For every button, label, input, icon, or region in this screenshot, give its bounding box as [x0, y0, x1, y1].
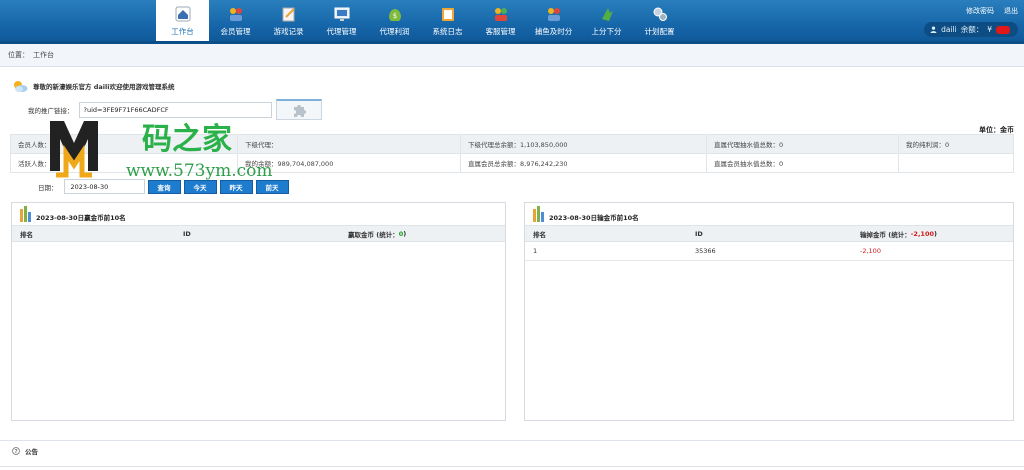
divider	[0, 466, 1024, 467]
support-icon	[494, 8, 507, 21]
nav-label: 游戏记录	[273, 27, 304, 36]
col-amount: 赢取金币 (统计： 0 )	[348, 226, 406, 241]
game-record-icon	[282, 7, 295, 22]
welcome-text: 尊敬的新濠娱乐官方 daili欢迎使用游戏管理系统	[33, 83, 175, 91]
col-rank: 排名	[20, 230, 33, 239]
user-icon	[930, 26, 937, 33]
nav-item-8[interactable]: 上分下分	[580, 0, 633, 44]
notice-title: 公告	[25, 448, 38, 456]
watermark-url: www.573ym.com	[126, 161, 273, 181]
watermark-title: 码之家	[142, 122, 232, 157]
table-header: 排名 ID 输掉金币 (统计： -2,100 )	[525, 225, 1013, 242]
weather-icon	[14, 81, 28, 92]
nav-label: 代理管理	[326, 27, 357, 36]
welcome-banner: 尊敬的新濠娱乐官方 daili欢迎使用游戏管理系统	[12, 79, 175, 93]
breadcrumb-current[interactable]: 工作台	[33, 50, 54, 60]
date-label: 日期：	[38, 183, 58, 192]
currency-symbol: ¥	[987, 25, 992, 34]
panel-title: 2023-08-30日输金币前10名	[533, 203, 639, 222]
main-nav: 工作台 会员管理 游戏记录 代理管理 $ 代理利润 系统日志 客服管理 捕鱼及时分 上分下分 计划配…	[156, 0, 686, 44]
col-id: ID	[183, 229, 191, 238]
table-row[interactable]: 1 35366 -2,100	[525, 242, 1013, 261]
transfer-icon	[601, 8, 613, 21]
nav-label: 捕鱼及时分	[534, 27, 573, 36]
panel-title: 2023-08-30日赢金币前10名	[20, 203, 126, 222]
col-id: ID	[695, 229, 703, 238]
col-amount: 输掉金币 (统计： -2,100 )	[860, 226, 937, 241]
col-amount-close: )	[403, 229, 407, 238]
nav-item-0[interactable]: 工作台	[156, 0, 209, 44]
direct-member-total-balance: 直属会员总余额：8,976,242,230	[460, 153, 707, 173]
home-icon	[175, 6, 190, 22]
monitor-icon	[334, 7, 349, 21]
nav-item-9[interactable]: 计划配置	[633, 0, 686, 44]
balance-label: 余额：	[960, 25, 984, 34]
nav-label: 系统日志	[432, 27, 463, 36]
nav-label: 计划配置	[644, 27, 675, 36]
losers-title: 2023-08-30日输金币前10名	[549, 214, 639, 222]
nav-label: 工作台	[171, 27, 194, 36]
nav-label: 客服管理	[485, 27, 516, 36]
top-winners-panel: 2023-08-30日赢金币前10名 排名 ID 赢取金币 (统计： 0 )	[11, 202, 506, 421]
divider	[0, 440, 1024, 441]
bar-chart-icon	[533, 206, 544, 222]
top-navigation-bar: 工作台 会员管理 游戏记录 代理管理 $ 代理利润 系统日志 客服管理 捕鱼及时分 上分下分 计划配…	[0, 0, 1024, 44]
notice-section: ? 公告	[12, 446, 38, 456]
nav-item-3[interactable]: 代理管理	[315, 0, 368, 44]
table-header: 排名 ID 赢取金币 (统计： 0 )	[12, 225, 505, 242]
winners-title: 2023-08-30日赢金币前10名	[36, 214, 126, 222]
breadcrumb: 位置： 工作台	[0, 44, 1024, 67]
svg-text:$: $	[392, 12, 396, 20]
my-net-profit: 我的纯利润：0	[898, 134, 1014, 154]
username: daili	[941, 25, 957, 34]
direct-member-rake-total: 直属会员抽水值总数：0	[706, 153, 899, 173]
empty-cell	[898, 153, 1014, 173]
sub-agent-total-balance: 下级代理总余额：1,103,850,000	[460, 134, 707, 154]
bar-chart-icon	[20, 206, 31, 222]
logout-link[interactable]: 退出	[1004, 6, 1018, 16]
svg-text:?: ?	[14, 449, 17, 455]
top-links: 修改密码 退出	[966, 6, 1018, 16]
nav-item-2[interactable]: 游戏记录	[262, 0, 315, 44]
row-id: 35366	[695, 247, 716, 255]
gears-icon	[653, 7, 667, 21]
nav-item-5[interactable]: 系统日志	[421, 0, 474, 44]
col-amount-label: 赢取金币 (统计：	[348, 230, 399, 239]
change-password-link[interactable]: 修改密码	[966, 6, 994, 16]
help-icon: ?	[12, 447, 20, 455]
nav-label: 会员管理	[220, 27, 251, 36]
user-balance-pill[interactable]: daili 余额： ¥	[924, 22, 1018, 37]
members-icon	[229, 8, 242, 21]
row-rank: 1	[533, 247, 538, 255]
fish-icon	[547, 8, 560, 21]
col-rank: 排名	[533, 230, 546, 239]
nav-item-4[interactable]: $ 代理利润	[368, 0, 421, 44]
top-losers-panel: 2023-08-30日输金币前10名 排名 ID 输掉金币 (统计： -2,10…	[524, 202, 1014, 421]
col-amount-close: )	[934, 229, 937, 238]
breadcrumb-label: 位置：	[8, 51, 29, 59]
lose-total: -2,100	[910, 229, 934, 238]
nav-item-6[interactable]: 客服管理	[474, 0, 527, 44]
balance-value-redacted	[996, 25, 1010, 34]
nav-item-7[interactable]: 捕鱼及时分	[527, 0, 580, 44]
nav-item-1[interactable]: 会员管理	[209, 0, 262, 44]
clipboard-icon	[441, 8, 454, 21]
direct-agent-rake-total: 直属代理抽水值总数：0	[706, 134, 899, 154]
row-amount: -2,100	[860, 247, 881, 255]
money-bag-icon: $	[388, 9, 401, 21]
nav-label: 代理利润	[379, 27, 410, 36]
col-amount-label: 输掉金币 (统计：	[860, 230, 911, 239]
watermark-logo: 码之家 www.573ym.com	[50, 121, 273, 181]
nav-label: 上分下分	[591, 27, 622, 36]
